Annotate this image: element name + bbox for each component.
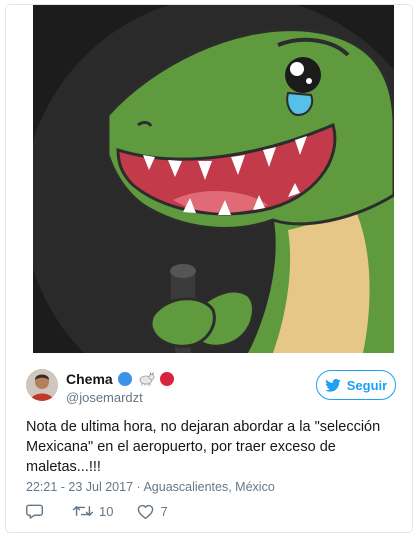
twitter-bird-icon xyxy=(324,378,341,392)
tweet-media-image[interactable] xyxy=(33,5,394,353)
avatar[interactable] xyxy=(26,369,58,401)
reply-button[interactable] xyxy=(26,503,49,519)
follow-button-label: Seguir xyxy=(346,377,388,393)
like-count: 7 xyxy=(160,503,168,519)
goat-icon xyxy=(137,372,155,386)
tweet-actions: 10 7 xyxy=(26,503,192,519)
tweet-text: Nota de ultima hora, no dejaran abordar … xyxy=(26,419,381,475)
tweet-header: Chema @josemardzt Seguir xyxy=(6,359,412,409)
red-circle-icon xyxy=(159,372,174,386)
tweet-meta: 22:21 - 23 Jul 2017 · Aguascalientes, Mé… xyxy=(26,480,275,494)
user-avatar-icon xyxy=(26,369,58,401)
follow-button[interactable]: Seguir xyxy=(316,370,396,400)
tweet-card: Chema @josemardzt Seguir Nota de ultima … xyxy=(5,4,413,533)
display-name[interactable]: Chema xyxy=(66,371,113,387)
tweet-timestamp[interactable]: 22:21 - 23 Jul 2017 xyxy=(26,480,133,494)
retweet-icon xyxy=(73,506,93,516)
tweet-location[interactable]: Aguascalientes, México xyxy=(143,480,274,494)
blue-circle-icon xyxy=(117,372,132,386)
reply-icon xyxy=(26,504,43,519)
like-button[interactable]: 7 xyxy=(137,503,168,519)
retweet-count: 10 xyxy=(99,503,114,519)
name-row: Chema xyxy=(66,371,174,387)
heart-icon xyxy=(138,504,154,519)
retweet-button[interactable]: 10 xyxy=(73,504,113,519)
user-handle[interactable]: @josemardzt xyxy=(66,390,143,405)
meta-separator: · xyxy=(133,480,144,494)
crying-dinosaur-illustration xyxy=(33,5,394,353)
